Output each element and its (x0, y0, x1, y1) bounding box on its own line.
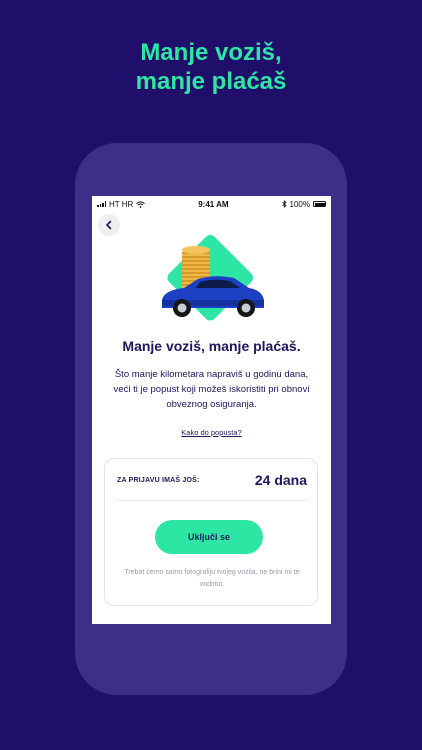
discount-info-link[interactable]: Kako do popusta? (92, 428, 331, 437)
days-remaining: 24 dana (254, 472, 307, 488)
promo-headline: Manje voziš, manje plaćaš (0, 38, 422, 96)
divider (117, 500, 307, 501)
page-title: Manje voziš, manje plaćaš. (122, 338, 301, 354)
status-bar: HT HR 9:41 AM 100% (92, 196, 331, 212)
car-coins-illustration (162, 234, 264, 321)
app-screen: HT HR 9:41 AM 100% Manje voziš, manje pl… (92, 196, 331, 624)
wifi-icon (136, 200, 146, 208)
description-text: Što manje kilometara napraviš u godinu d… (113, 369, 310, 410)
join-button[interactable]: Uključi se (155, 520, 263, 554)
battery-percentage: 100% (289, 199, 310, 209)
deadline-row: ZA PRIJAVU IMAŠ JOŠ: 24 dana (117, 472, 307, 488)
carrier-name: HT HR (109, 199, 134, 209)
help-note: Trebat ćemo samo fotografiju tvojeg vozi… (124, 569, 300, 588)
signal-icon (97, 201, 106, 207)
deadline-label: ZA PRIJAVU IMAŠ JOŠ: (117, 476, 200, 484)
signup-card: ZA PRIJAVU IMAŠ JOŠ: 24 dana Uključi se … (104, 458, 318, 606)
back-button[interactable] (98, 214, 120, 236)
bluetooth-icon (281, 200, 287, 208)
back-arrow-icon (106, 220, 112, 230)
battery-icon (313, 201, 326, 207)
status-time: 9:41 AM (198, 199, 229, 209)
promo-headline-line1: Manje voziš, (140, 39, 282, 66)
promo-headline-line2: manje plaćaš (135, 68, 287, 95)
